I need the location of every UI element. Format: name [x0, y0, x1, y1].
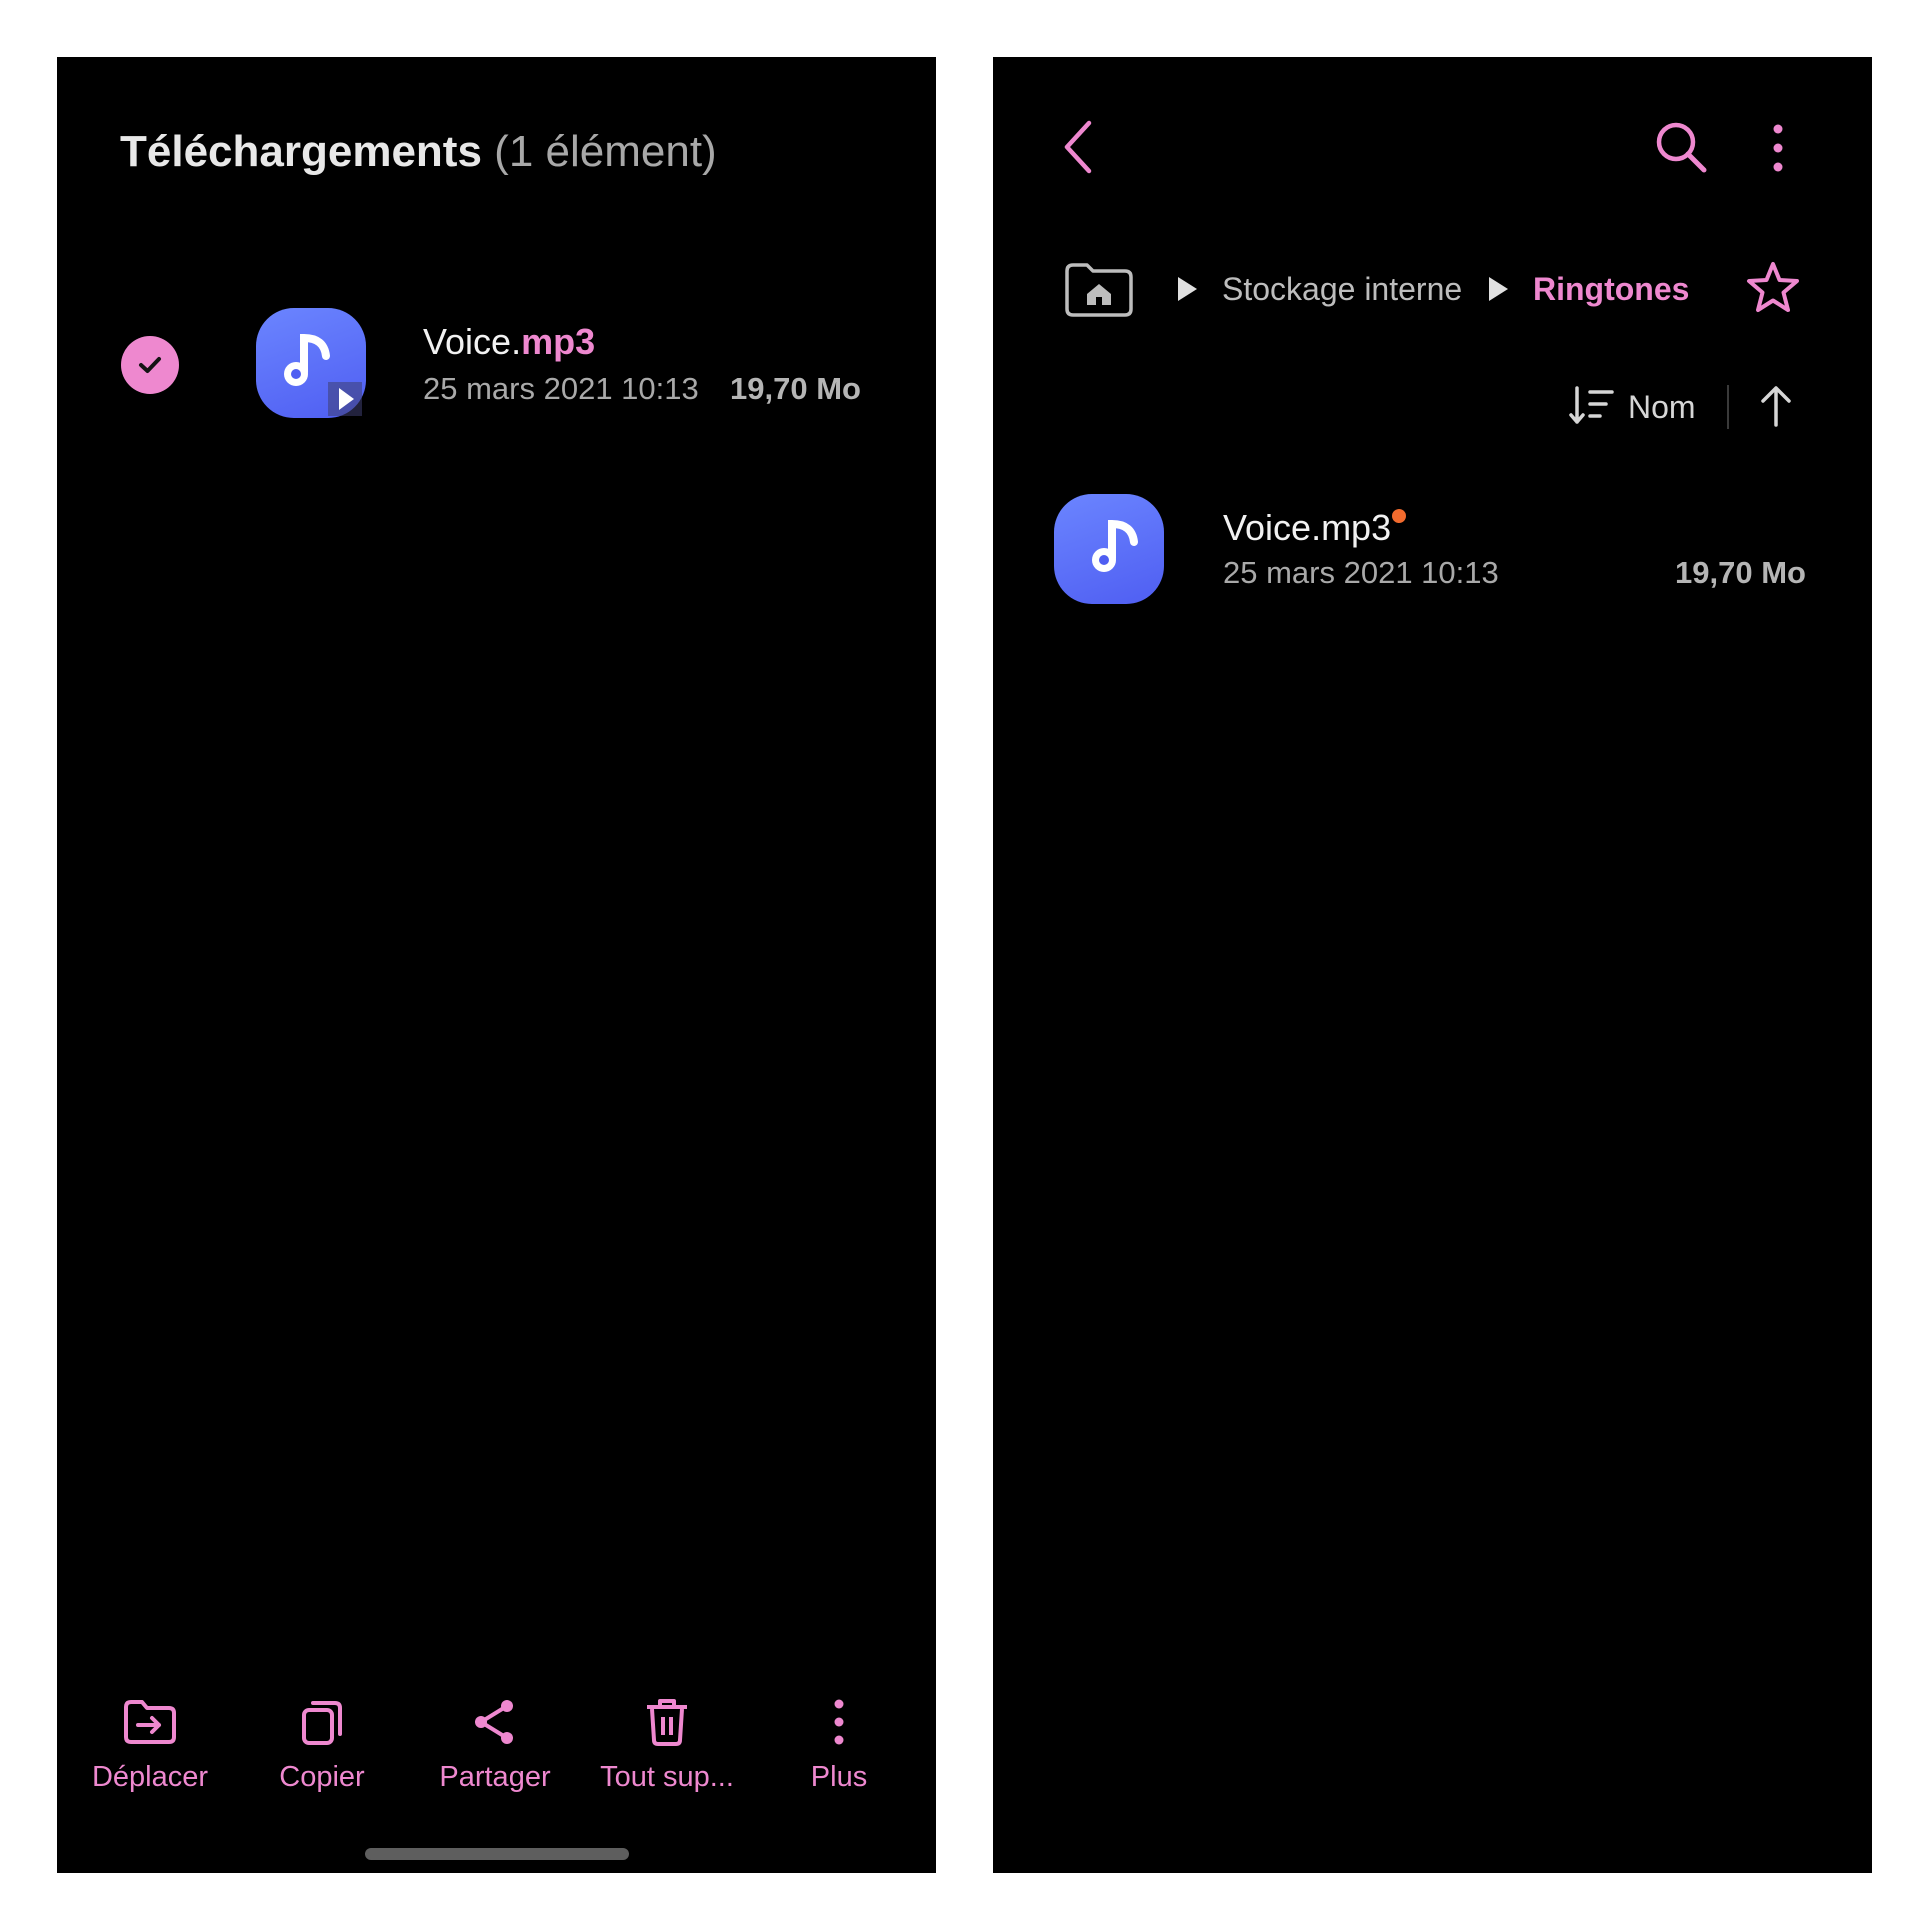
move-label: Déplacer [91, 1761, 209, 1793]
share-button[interactable]: Partager [420, 1697, 570, 1794]
downloads-screen: Téléchargements (1 élément) Voice.mp3 25… [57, 57, 936, 1873]
copy-icon [302, 1701, 342, 1745]
delete-all-button[interactable]: Tout sup... [592, 1697, 742, 1794]
item-count: (1 élément) [494, 127, 717, 176]
move-folder-icon [124, 1700, 176, 1744]
delete-all-label: Tout sup... [600, 1761, 734, 1793]
file-date: 25 mars 2021 10:13 [1223, 555, 1499, 590]
more-label: Plus [810, 1761, 868, 1793]
share-icon [475, 1700, 513, 1744]
file-size: 19,70 Mo [1675, 555, 1806, 590]
music-note-icon [284, 333, 362, 416]
selected-checkbox[interactable] [121, 336, 179, 394]
file-name[interactable]: Voice.mp3 [1223, 507, 1391, 549]
back-icon[interactable] [1059, 119, 1099, 175]
title-main: Téléchargements [120, 127, 482, 176]
breadcrumb-chevron-icon [1489, 277, 1508, 301]
more-vert-icon[interactable] [1763, 123, 1793, 173]
file-date: 25 mars 2021 10:13 [423, 371, 699, 406]
search-icon[interactable] [1653, 119, 1709, 175]
star-icon[interactable] [1744, 259, 1802, 317]
check-icon [139, 357, 161, 373]
sort-divider [1727, 385, 1729, 429]
file-name[interactable]: Voice.mp3 [423, 321, 595, 363]
more-vert-icon [834, 1699, 844, 1745]
home-indicator[interactable] [365, 1848, 629, 1860]
arrow-up-icon[interactable] [1756, 383, 1796, 429]
breadcrumb-item-ringtones: Ringtones [1533, 271, 1690, 307]
file-size: 19,70 Mo [730, 371, 861, 406]
home-folder-icon[interactable] [1063, 261, 1135, 319]
move-button[interactable]: Déplacer [75, 1697, 225, 1794]
copy-label: Copier [279, 1761, 365, 1793]
breadcrumb-chevron-icon [1178, 277, 1197, 301]
sort-icon[interactable] [1568, 384, 1616, 428]
new-badge [1392, 509, 1406, 523]
more-button[interactable]: Plus [764, 1697, 914, 1794]
page-title: Téléchargements (1 élément) [120, 127, 717, 177]
music-file-icon[interactable] [1054, 494, 1164, 604]
music-file-icon[interactable] [256, 308, 366, 418]
ringtones-folder-screen: Stockage interne Ringtones Nom Voice.mp3… [993, 57, 1872, 1873]
music-note-icon [1092, 519, 1138, 572]
share-label: Partager [439, 1761, 551, 1793]
trash-icon [647, 1699, 687, 1746]
breadcrumb-item-internal-storage[interactable]: Stockage interne [1222, 271, 1462, 308]
copy-button[interactable]: Copier [247, 1697, 397, 1794]
file-extension: mp3 [521, 321, 596, 362]
sort-label[interactable]: Nom [1628, 389, 1696, 426]
file-name-base: Voice. [423, 321, 522, 362]
